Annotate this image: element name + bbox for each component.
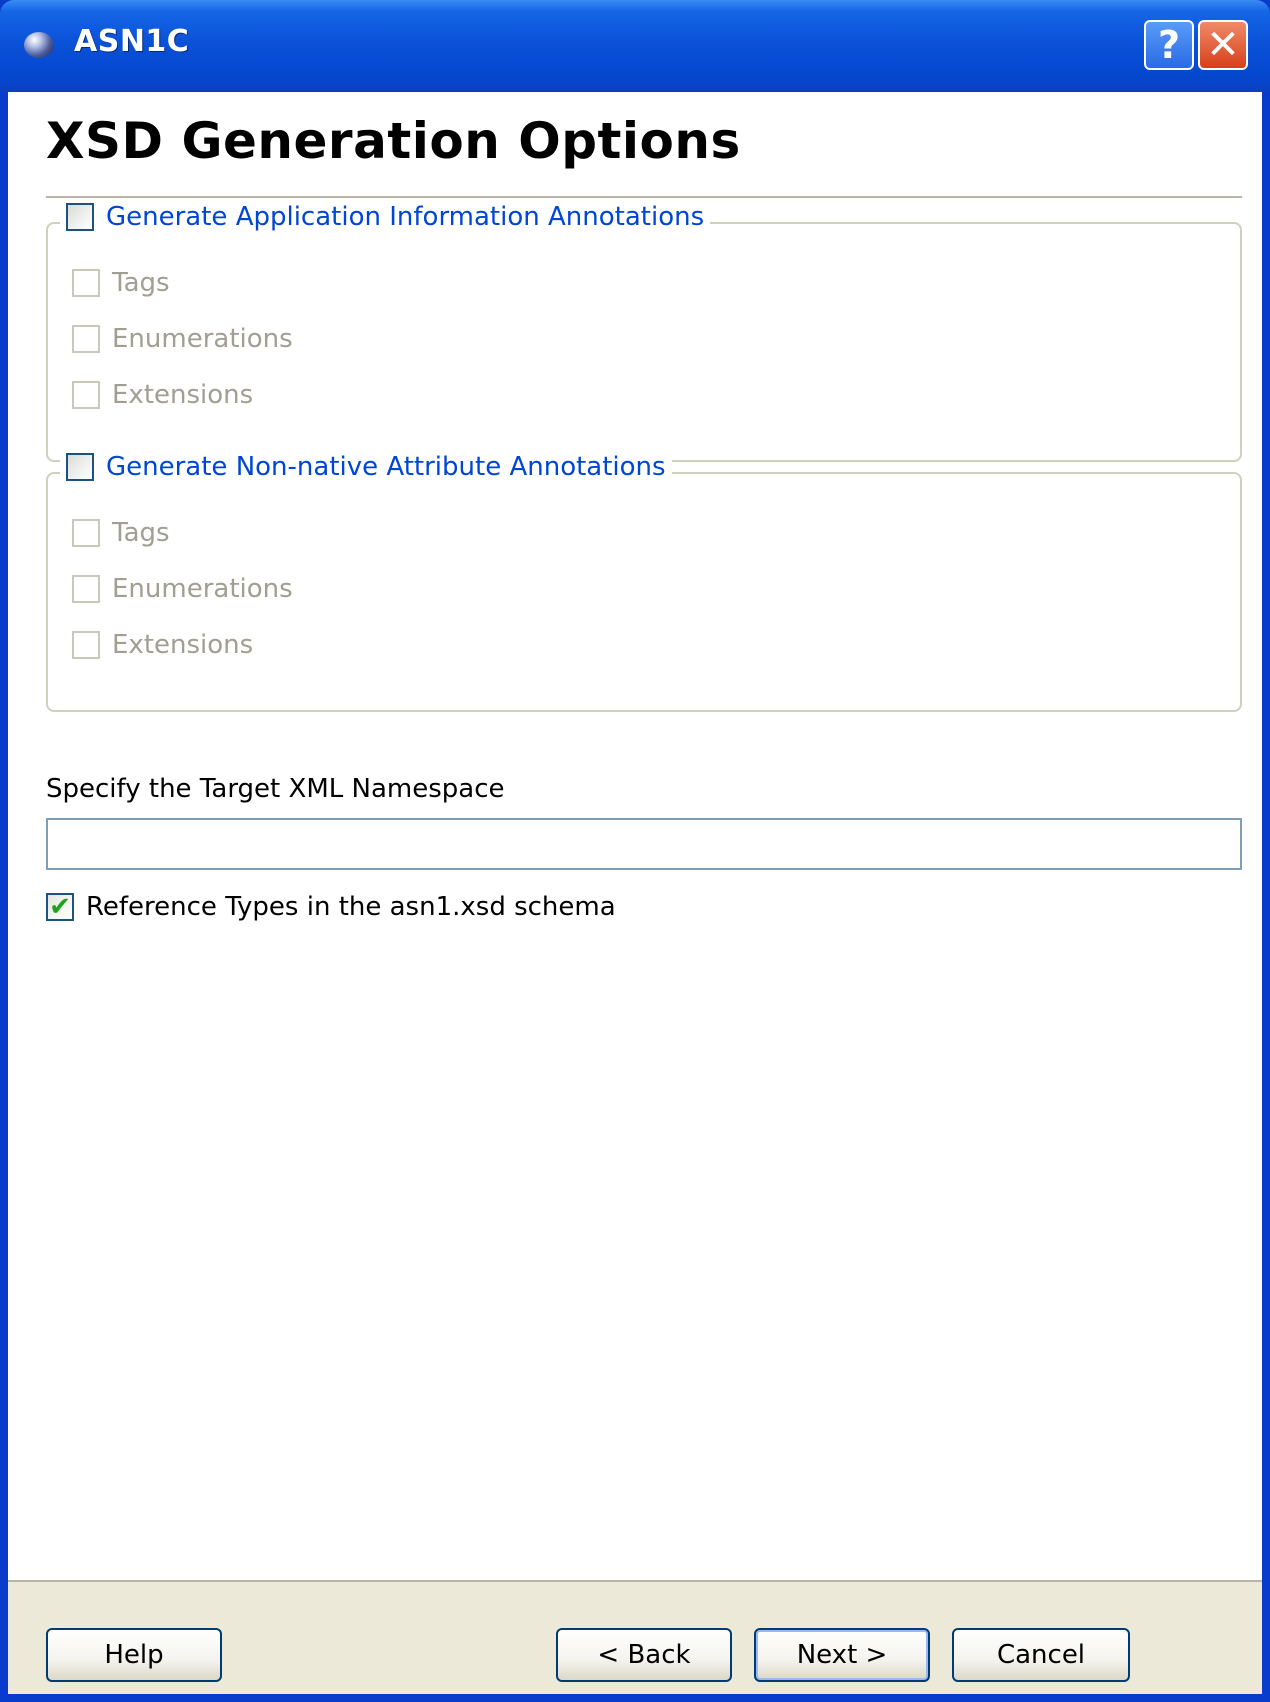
checkmark-icon: ✔ — [49, 892, 71, 922]
non-native-extensions-option: Extensions — [72, 630, 253, 660]
reference-types-option[interactable]: ✔ Reference Types in the asn1.xsd schema — [46, 892, 616, 922]
non-native-enumerations-option: Enumerations — [72, 574, 293, 604]
app-info-tags-option: Tags — [72, 268, 170, 298]
app-info-extensions-option: Extensions — [72, 380, 253, 410]
app-globe-icon — [24, 32, 54, 58]
client-area: XSD Generation Options Generate Applicat… — [8, 92, 1262, 1694]
app-info-extensions-checkbox — [72, 381, 100, 409]
app-info-annotations-group: Generate Application Information Annotat… — [46, 202, 1242, 462]
non-native-annotations-group: Generate Non-native Attribute Annotation… — [46, 452, 1242, 712]
back-button[interactable]: < Back — [556, 1628, 732, 1682]
app-info-enumerations-option: Enumerations — [72, 324, 293, 354]
app-info-enumerations-checkbox — [72, 325, 100, 353]
window-title: ASN1C — [74, 24, 190, 59]
non-native-enumerations-checkbox — [72, 575, 100, 603]
app-info-annotations-legend[interactable]: Generate Application Information Annotat… — [60, 202, 711, 232]
header-separator — [46, 196, 1242, 198]
non-native-annotations-checkbox[interactable] — [66, 453, 94, 481]
non-native-tags-label: Tags — [112, 518, 170, 548]
namespace-input[interactable] — [46, 818, 1242, 870]
reference-types-checkbox[interactable]: ✔ — [46, 893, 74, 921]
page-title: XSD Generation Options — [46, 112, 741, 170]
wizard-window: ASN1C ? ✕ XSD Generation Options Generat… — [0, 0, 1270, 1702]
namespace-label: Specify the Target XML Namespace — [46, 774, 505, 804]
non-native-tags-checkbox — [72, 519, 100, 547]
button-bar: Help < Back Next > Cancel — [8, 1580, 1262, 1694]
non-native-extensions-label: Extensions — [112, 630, 254, 660]
app-info-tags-checkbox — [72, 269, 100, 297]
cancel-button[interactable]: Cancel — [952, 1628, 1130, 1682]
app-info-annotations-checkbox[interactable] — [66, 203, 94, 231]
non-native-extensions-checkbox — [72, 631, 100, 659]
titlebar-help-button[interactable]: ? — [1144, 20, 1194, 70]
titlebar-close-button[interactable]: ✕ — [1198, 20, 1248, 70]
non-native-annotations-legend[interactable]: Generate Non-native Attribute Annotation… — [60, 452, 672, 482]
app-info-enumerations-label: Enumerations — [112, 324, 293, 354]
help-button[interactable]: Help — [46, 1628, 222, 1682]
next-button[interactable]: Next > — [754, 1628, 930, 1682]
non-native-annotations-label[interactable]: Generate Non-native Attribute Annotation… — [106, 452, 666, 482]
title-bar[interactable]: ASN1C ? ✕ — [0, 0, 1270, 92]
app-info-extensions-label: Extensions — [112, 380, 254, 410]
non-native-tags-option: Tags — [72, 518, 170, 548]
reference-types-label[interactable]: Reference Types in the asn1.xsd schema — [86, 892, 616, 922]
app-info-tags-label: Tags — [112, 268, 170, 298]
app-info-annotations-label[interactable]: Generate Application Information Annotat… — [106, 202, 704, 232]
non-native-enumerations-label: Enumerations — [112, 574, 293, 604]
